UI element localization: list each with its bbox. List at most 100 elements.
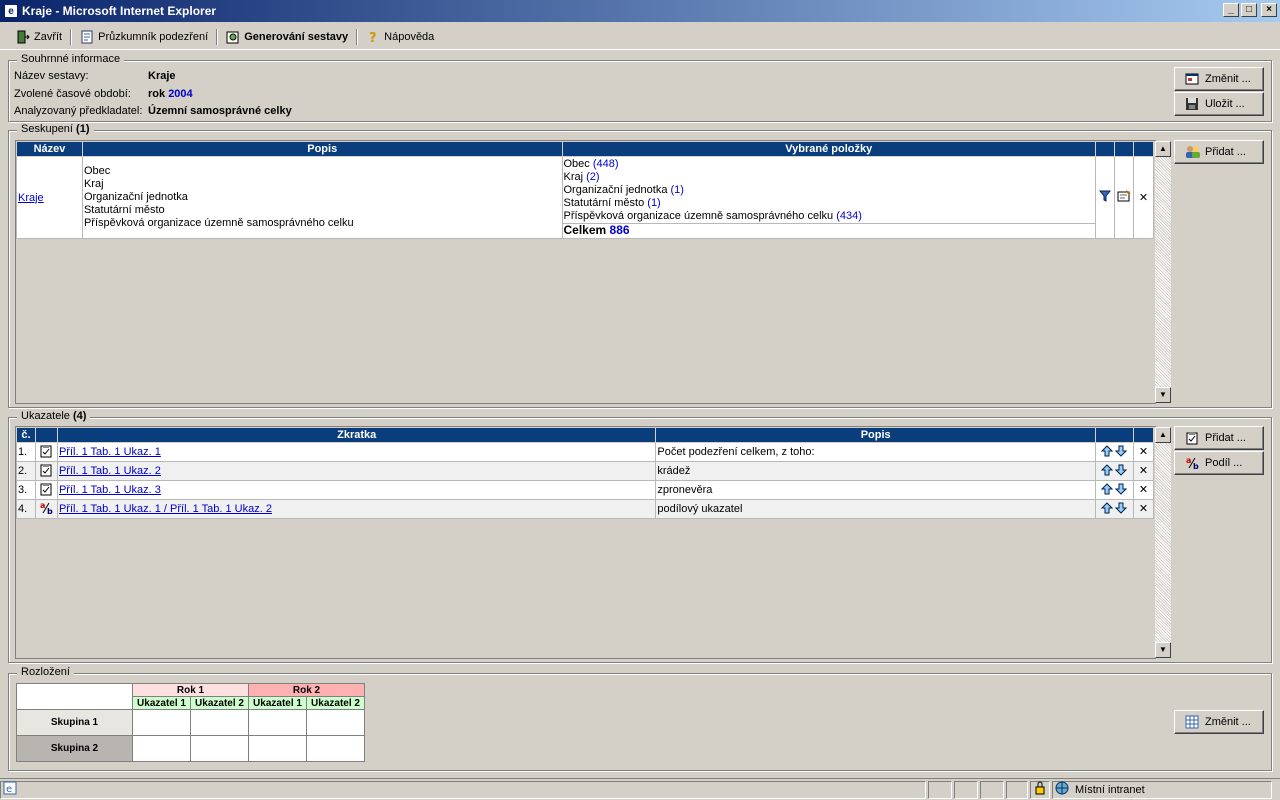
- minimize-button[interactable]: _: [1223, 3, 1239, 17]
- grouping-name-link[interactable]: Kraje: [18, 192, 44, 204]
- layout-year-2: Rok 2: [248, 683, 365, 697]
- col-header-selected[interactable]: Vybrané položky: [561, 141, 1096, 157]
- ratio-icon: ab: [39, 501, 53, 518]
- submitter-value: Územní samosprávné celky: [148, 105, 292, 117]
- col-header-name[interactable]: Název: [16, 141, 83, 157]
- indicator-link[interactable]: Příl. 1 Tab. 1 Ukaz. 2: [59, 465, 161, 477]
- add-grouping-button[interactable]: Přidat ...: [1174, 140, 1264, 164]
- indicators-grid: č. Zkratka Popis 1. Příl. 1 Tab. 1 Ukaz.…: [15, 426, 1171, 659]
- col-header-abbr[interactable]: Zkratka: [56, 427, 657, 443]
- move-up-icon[interactable]: [1101, 463, 1114, 476]
- selected-item: Organizační jednotka (1): [563, 184, 684, 196]
- indicator-link[interactable]: Příl. 1 Tab. 1 Ukaz. 1: [59, 446, 161, 458]
- scroll-down-button[interactable]: ▼: [1155, 387, 1171, 403]
- layout-legend: Rozložení: [17, 666, 74, 678]
- scroll-up-button[interactable]: ▲: [1155, 141, 1171, 157]
- indicator-desc: Počet podezření celkem, z toho:: [655, 442, 1096, 462]
- row-num: 3.: [16, 480, 36, 500]
- grouping-scrollbar[interactable]: ▲ ▼: [1155, 141, 1171, 403]
- row-num: 4.: [16, 499, 36, 519]
- indicators-count: (4): [72, 410, 87, 422]
- move-down-icon[interactable]: [1115, 483, 1128, 495]
- security-zone-label: Místní intranet: [1075, 783, 1145, 796]
- filter-icon[interactable]: [1098, 190, 1112, 205]
- clipboard-icon: [39, 444, 53, 461]
- explorer-toolbar-button[interactable]: Průzkumník podezření: [74, 26, 214, 48]
- edit-properties-icon[interactable]: [1117, 190, 1131, 205]
- selected-item: Příspěvková organizace územně samosprávn…: [562, 210, 1095, 224]
- page-ie-icon: e: [3, 781, 17, 798]
- close-window-button[interactable]: ×: [1261, 3, 1277, 17]
- generate-report-toolbar-button[interactable]: Generování sestavy: [220, 26, 354, 48]
- table-row: 2. Příl. 1 Tab. 1 Ukaz. 2 krádež ✕: [16, 461, 1155, 481]
- selected-total: Celkem 886: [563, 223, 630, 237]
- indicators-scrollbar[interactable]: ▲ ▼: [1155, 427, 1171, 658]
- delete-icon[interactable]: ✕: [1132, 461, 1155, 481]
- row-num: 2.: [16, 461, 36, 481]
- lock-icon: [1034, 781, 1046, 798]
- selected-item: Statutární město (1): [563, 197, 661, 209]
- clipboard-icon: [39, 463, 53, 480]
- maximize-button[interactable]: □: [1241, 3, 1257, 17]
- col-header-desc[interactable]: Popis: [655, 427, 1096, 443]
- scroll-up-button[interactable]: ▲: [1155, 427, 1171, 443]
- grouping-legend: Seskupení (1): [17, 123, 94, 135]
- table-row: 1. Příl. 1 Tab. 1 Ukaz. 1 Počet podezřen…: [16, 442, 1155, 462]
- help-toolbar-button[interactable]: ? Nápověda: [360, 26, 440, 48]
- delete-icon[interactable]: ✕: [1132, 499, 1155, 519]
- period-prefix: rok: [148, 88, 166, 100]
- layout-indicator: Ukazatel 2: [306, 696, 365, 710]
- indicator-link[interactable]: Příl. 1 Tab. 1 Ukaz. 1 / Příl. 1 Tab. 1 …: [59, 503, 272, 515]
- move-up-icon[interactable]: [1101, 444, 1114, 457]
- floppy-disk-icon: [1185, 97, 1199, 111]
- indicator-desc: podílový ukazatel: [655, 499, 1096, 519]
- intranet-globe-icon: [1055, 781, 1071, 798]
- indicator-desc: krádež: [655, 461, 1096, 481]
- delete-icon[interactable]: ✕: [1132, 480, 1155, 500]
- door-exit-icon: [16, 30, 30, 44]
- svg-text:a: a: [40, 501, 45, 510]
- ratio-icon: ab: [1185, 456, 1199, 471]
- grouping-desc-item: Kraj: [83, 178, 104, 190]
- grouping-desc-item: Statutární město: [83, 204, 165, 216]
- report-name-value: Kraje: [148, 70, 176, 82]
- question-mark-icon: ?: [366, 30, 380, 46]
- col-header-num[interactable]: č.: [16, 427, 36, 443]
- report-name-label: Název sestavy:: [14, 70, 89, 82]
- layout-indicator: Ukazatel 1: [132, 696, 191, 710]
- toolbar: Zavřít Průzkumník podezření Generování s…: [0, 24, 1280, 50]
- table-row: 3. Příl. 1 Tab. 1 Ukaz. 3 zpronevěra ✕: [16, 480, 1155, 500]
- delete-icon[interactable]: ✕: [1132, 156, 1155, 239]
- grouping-grid: Název Popis Vybrané položky Kraje Obec K…: [15, 140, 1171, 404]
- layout-indicator: Ukazatel 1: [248, 696, 307, 710]
- period-label: Zvolené časové období:: [14, 88, 131, 100]
- add-indicator-button[interactable]: Přidat ...: [1174, 426, 1264, 450]
- move-down-icon[interactable]: [1115, 445, 1128, 457]
- svg-text:a: a: [1186, 456, 1191, 465]
- summary-legend: Souhrnné informace: [17, 53, 125, 65]
- close-toolbar-button[interactable]: Zavřít: [10, 26, 68, 48]
- indicator-link[interactable]: Příl. 1 Tab. 1 Ukaz. 3: [59, 484, 161, 496]
- layout-group-2: Skupina 2: [16, 735, 133, 762]
- grouping-desc-item: Příspěvková organizace územně samosprávn…: [83, 217, 354, 229]
- table-row: Kraje Obec Kraj Organizační jednotka Sta…: [16, 156, 1155, 239]
- col-header-desc[interactable]: Popis: [81, 141, 563, 157]
- clipboard-icon: [1185, 431, 1199, 445]
- move-up-icon[interactable]: [1101, 482, 1114, 495]
- delete-icon[interactable]: ✕: [1132, 442, 1155, 462]
- ratio-indicator-button[interactable]: ab Podíl ...: [1174, 451, 1264, 475]
- save-summary-button[interactable]: Uložit ...: [1174, 92, 1264, 116]
- change-layout-button[interactable]: Změnit ...: [1174, 710, 1264, 734]
- change-summary-button[interactable]: Změnit ...: [1174, 67, 1264, 91]
- users-icon: [1185, 145, 1200, 159]
- layout-year-1: Rok 1: [132, 683, 249, 697]
- layout-preview-table: Rok 1 Rok 2 Ukazatel 1 Ukazatel 2 Ukazat…: [16, 683, 365, 762]
- move-down-icon[interactable]: [1115, 464, 1128, 476]
- move-down-icon[interactable]: [1115, 502, 1128, 514]
- move-up-icon[interactable]: [1101, 501, 1114, 514]
- selected-item: Obec (448): [563, 158, 619, 170]
- submitter-label: Analyzovaný předkladatel:: [14, 105, 143, 117]
- window-edit-icon: [1185, 72, 1199, 86]
- window-titlebar: e Kraje - Microsoft Internet Explorer _ …: [0, 0, 1280, 22]
- scroll-down-button[interactable]: ▼: [1155, 642, 1171, 658]
